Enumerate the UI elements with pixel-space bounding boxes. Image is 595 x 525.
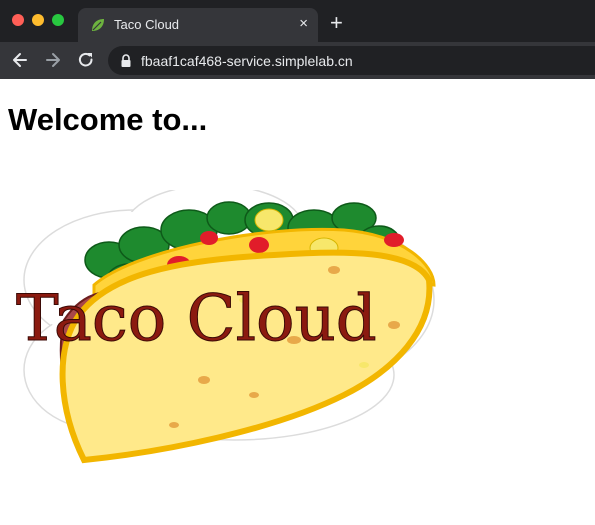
new-tab-button[interactable]: + bbox=[330, 12, 343, 34]
lock-icon bbox=[121, 54, 131, 67]
tab-title: Taco Cloud bbox=[114, 17, 180, 32]
url-text: fbaaf1caf468-service.simplelab.cn bbox=[141, 53, 353, 69]
reload-icon[interactable] bbox=[76, 50, 96, 70]
window-close-button[interactable] bbox=[12, 14, 24, 26]
browser-chrome: Taco Cloud × + fbaaf1caf468-service.simp… bbox=[0, 0, 595, 79]
taco-cloud-logo: Taco Cloud bbox=[16, 190, 436, 464]
back-arrow-icon[interactable] bbox=[10, 50, 30, 70]
tab-taco-cloud[interactable]: Taco Cloud × bbox=[78, 8, 318, 42]
window-minimize-button[interactable] bbox=[32, 14, 44, 26]
window-maximize-button[interactable] bbox=[52, 14, 64, 26]
tab-close-icon[interactable]: × bbox=[299, 16, 308, 32]
forward-arrow-icon[interactable] bbox=[43, 50, 63, 70]
browser-toolbar: fbaaf1caf468-service.simplelab.cn bbox=[0, 42, 595, 79]
tab-strip: Taco Cloud × + bbox=[0, 0, 595, 42]
page-heading: Welcome to... bbox=[8, 102, 208, 137]
leaf-icon bbox=[92, 19, 104, 31]
logo-text: Taco Cloud bbox=[16, 282, 377, 356]
address-bar[interactable]: fbaaf1caf468-service.simplelab.cn bbox=[108, 46, 595, 75]
